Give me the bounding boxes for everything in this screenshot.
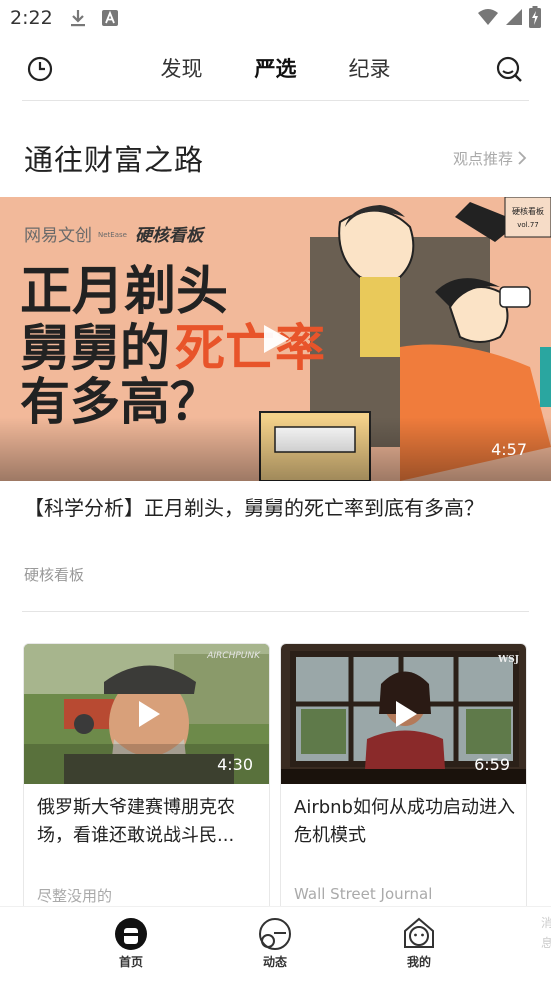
bottom-nav: 首页 动态 我的 消息 — [0, 906, 551, 981]
video-title[interactable]: 俄罗斯大爷建赛博朋克农场，看谁还敢说战斗民... — [37, 794, 259, 850]
hero-channel: 硬核看板 — [135, 226, 206, 246]
hero-headline-line1: 正月剃头 — [20, 262, 228, 322]
bottom-nav-feed[interactable]: 动态 — [245, 917, 305, 970]
card-watermark: AIRCHPUNK — [206, 651, 261, 661]
divider — [22, 100, 529, 101]
profile-icon — [404, 917, 434, 948]
search-icon[interactable] — [495, 55, 523, 83]
tab-selected[interactable]: 严选 — [255, 53, 297, 83]
battery-icon — [529, 6, 541, 28]
play-icon[interactable] — [393, 699, 419, 729]
video-source[interactable]: Wall Street Journal — [294, 885, 432, 903]
chevron-right-icon — [518, 151, 527, 165]
play-icon[interactable] — [136, 699, 162, 729]
feed-icon — [259, 918, 291, 950]
video-duration: 6:59 — [474, 755, 510, 774]
video-duration: 4:57 — [491, 440, 527, 459]
status-bar: 2:22 — [0, 0, 551, 36]
divider — [22, 611, 529, 612]
download-icon — [70, 10, 85, 27]
section-header: 通往财富之路 观点推荐 — [24, 136, 527, 180]
tab-discover[interactable]: 发现 — [161, 53, 203, 83]
bottom-nav-partial-item[interactable]: 消息 — [541, 913, 551, 963]
section-title: 通往财富之路 — [24, 143, 205, 177]
hero-headline-line2-a: 舅舅的 — [20, 319, 170, 377]
video-thumbnail: AIRCHPUNK 4:30 — [24, 644, 269, 784]
bottom-nav-home-label: 首页 — [118, 955, 143, 969]
hero-headline-line2-b: 死亡率 — [175, 319, 325, 377]
card-watermark: WSJ — [497, 655, 519, 665]
video-source[interactable]: 尽整没用的 — [37, 885, 112, 906]
bottom-nav-profile-label: 我的 — [406, 955, 431, 969]
hero-tag: 硬核看板 — [512, 206, 544, 216]
nav-tabs: 发现 严选 纪录 — [0, 36, 551, 100]
wifi-icon — [478, 9, 498, 25]
section-more-label: 观点推荐 — [452, 149, 513, 168]
video-card[interactable]: WSJ 6:59 Airbnb如何从成功启动进入危机模式 Wall Street… — [280, 643, 527, 923]
hero-tag-vol: vol.77 — [517, 221, 539, 229]
hero-video-source[interactable]: 硬核看板 — [24, 564, 84, 585]
video-card[interactable]: AIRCHPUNK 4:30 俄罗斯大爷建赛博朋克农场，看谁还敢说战斗民... … — [23, 643, 270, 923]
hero-video[interactable]: 硬核看板 vol.77 网易文创 NetEase 硬核看板 正月剃头 舅舅的 死… — [0, 197, 551, 481]
play-icon[interactable] — [258, 322, 292, 356]
video-title[interactable]: Airbnb如何从成功启动进入危机模式 — [294, 794, 516, 850]
bottom-nav-feed-label: 动态 — [262, 955, 287, 969]
tab-documentary[interactable]: 纪录 — [349, 53, 391, 83]
hero-brand-small: NetEase — [98, 231, 127, 239]
app-notification-icon — [101, 10, 118, 26]
video-duration: 4:30 — [217, 755, 253, 774]
video-thumbnail: WSJ 6:59 — [281, 644, 526, 784]
signal-icon — [506, 9, 522, 25]
top-nav: 发现 严选 纪录 — [0, 36, 551, 100]
home-icon — [115, 918, 147, 950]
status-time: 2:22 — [10, 7, 53, 29]
hero-video-title[interactable]: 【科学分析】正月剃头，舅舅的死亡率到底有多高？ — [24, 492, 527, 525]
bottom-nav-profile[interactable]: 我的 — [389, 917, 449, 970]
bottom-nav-home[interactable]: 首页 — [101, 917, 161, 970]
hero-brand: 网易文创 — [24, 226, 92, 246]
section-more-link[interactable]: 观点推荐 — [453, 148, 527, 169]
